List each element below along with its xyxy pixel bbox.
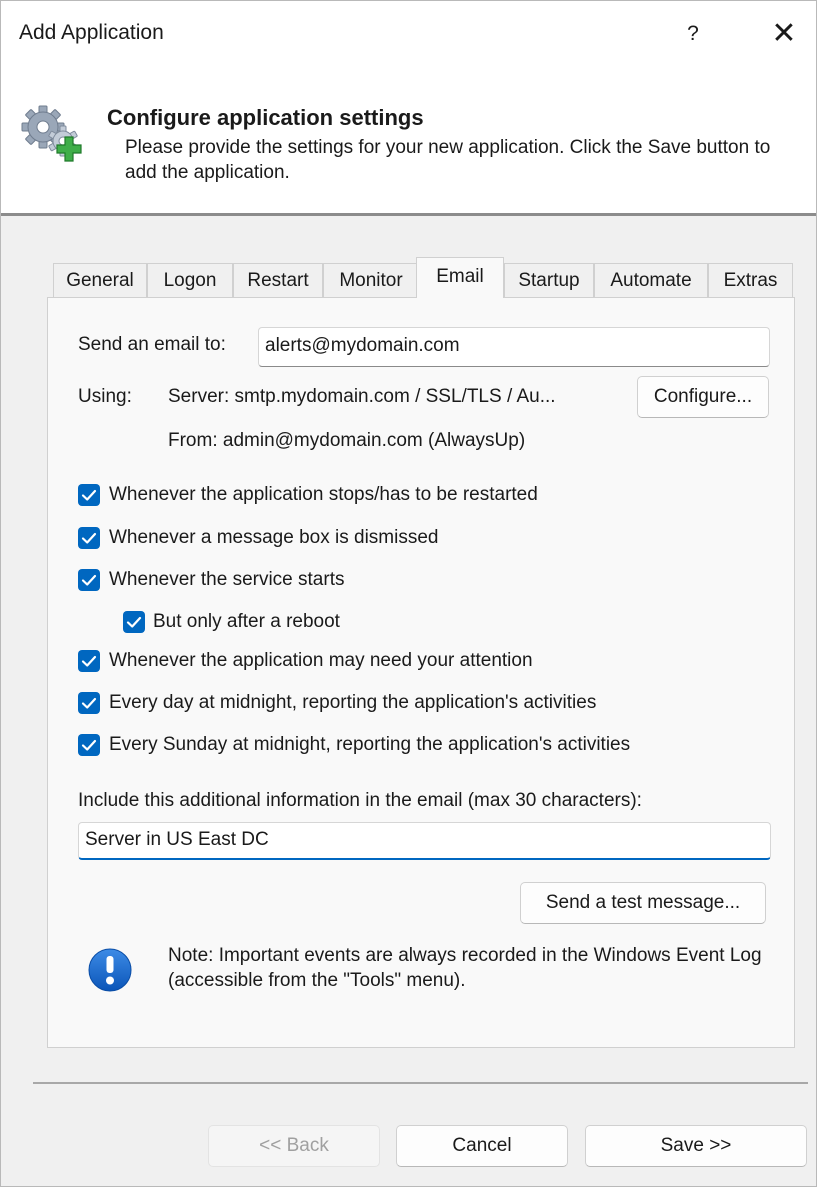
from-info-text: From: admin@mydomain.com (AlwaysUp) [168, 430, 526, 451]
save-button[interactable]: Save >> [585, 1125, 807, 1167]
footer-separator [33, 1082, 808, 1084]
gear-add-icon [21, 105, 82, 162]
send-to-label: Send an email to: [78, 334, 226, 355]
tab-email[interactable]: Email [416, 257, 504, 298]
header-banner: Configure application settings Please pr… [1, 67, 816, 216]
configure-button[interactable]: Configure... [637, 376, 769, 418]
checkbox-needs-attention-label: Whenever the application may need your a… [109, 650, 533, 671]
checkbox-app-stops-label: Whenever the application stops/has to be… [109, 484, 538, 505]
header-subtitle: Please provide the settings for your new… [125, 137, 771, 183]
close-button[interactable]: ✕ [764, 17, 804, 51]
note-text: Note: Important events are always record… [168, 945, 762, 991]
back-button[interactable]: << Back [208, 1125, 380, 1167]
checkbox-message-box[interactable] [78, 527, 100, 549]
tab-startup[interactable]: Startup [504, 263, 594, 297]
checkbox-app-stops[interactable] [78, 484, 100, 506]
checkbox-service-starts-label: Whenever the service starts [109, 569, 345, 590]
checkbox-after-reboot[interactable] [123, 611, 145, 633]
tab-general[interactable]: General [53, 263, 147, 297]
checkbox-service-starts[interactable] [78, 569, 100, 591]
checkbox-message-box-label: Whenever a message box is dismissed [109, 527, 439, 548]
tab-monitor[interactable]: Monitor [323, 263, 419, 297]
tab-logon[interactable]: Logon [147, 263, 233, 297]
email-tab-panel: Send an email to: alerts@mydomain.com Us… [47, 297, 795, 1048]
checkbox-daily-report[interactable] [78, 692, 100, 714]
info-exclamation-icon [88, 948, 132, 992]
tab-restart[interactable]: Restart [233, 263, 323, 297]
additional-info-label: Include this additional information in t… [78, 790, 642, 811]
send-to-input[interactable]: alerts@mydomain.com [258, 327, 770, 367]
tab-extras[interactable]: Extras [708, 263, 793, 297]
additional-info-input[interactable]: Server in US East DC [78, 822, 771, 860]
tab-automate[interactable]: Automate [594, 263, 708, 297]
checkbox-weekly-report[interactable] [78, 734, 100, 756]
checkbox-weekly-report-label: Every Sunday at midnight, reporting the … [109, 734, 631, 755]
checkbox-daily-report-label: Every day at midnight, reporting the app… [109, 692, 597, 713]
add-application-dialog: Add Application ? ✕ Configure applicatio… [0, 0, 817, 1187]
checkbox-after-reboot-label: But only after a reboot [153, 611, 340, 632]
using-label: Using: [78, 386, 132, 407]
server-info-text: Server: smtp.mydomain.com / SSL/TLS / Au… [168, 386, 556, 407]
window-title: Add Application [19, 21, 164, 44]
send-test-message-button[interactable]: Send a test message... [520, 882, 766, 924]
checkbox-needs-attention[interactable] [78, 650, 100, 672]
cancel-button[interactable]: Cancel [396, 1125, 568, 1167]
header-title: Configure application settings [107, 105, 424, 130]
help-button[interactable]: ? [677, 17, 709, 51]
title-bar: Add Application ? ✕ [1, 1, 816, 67]
